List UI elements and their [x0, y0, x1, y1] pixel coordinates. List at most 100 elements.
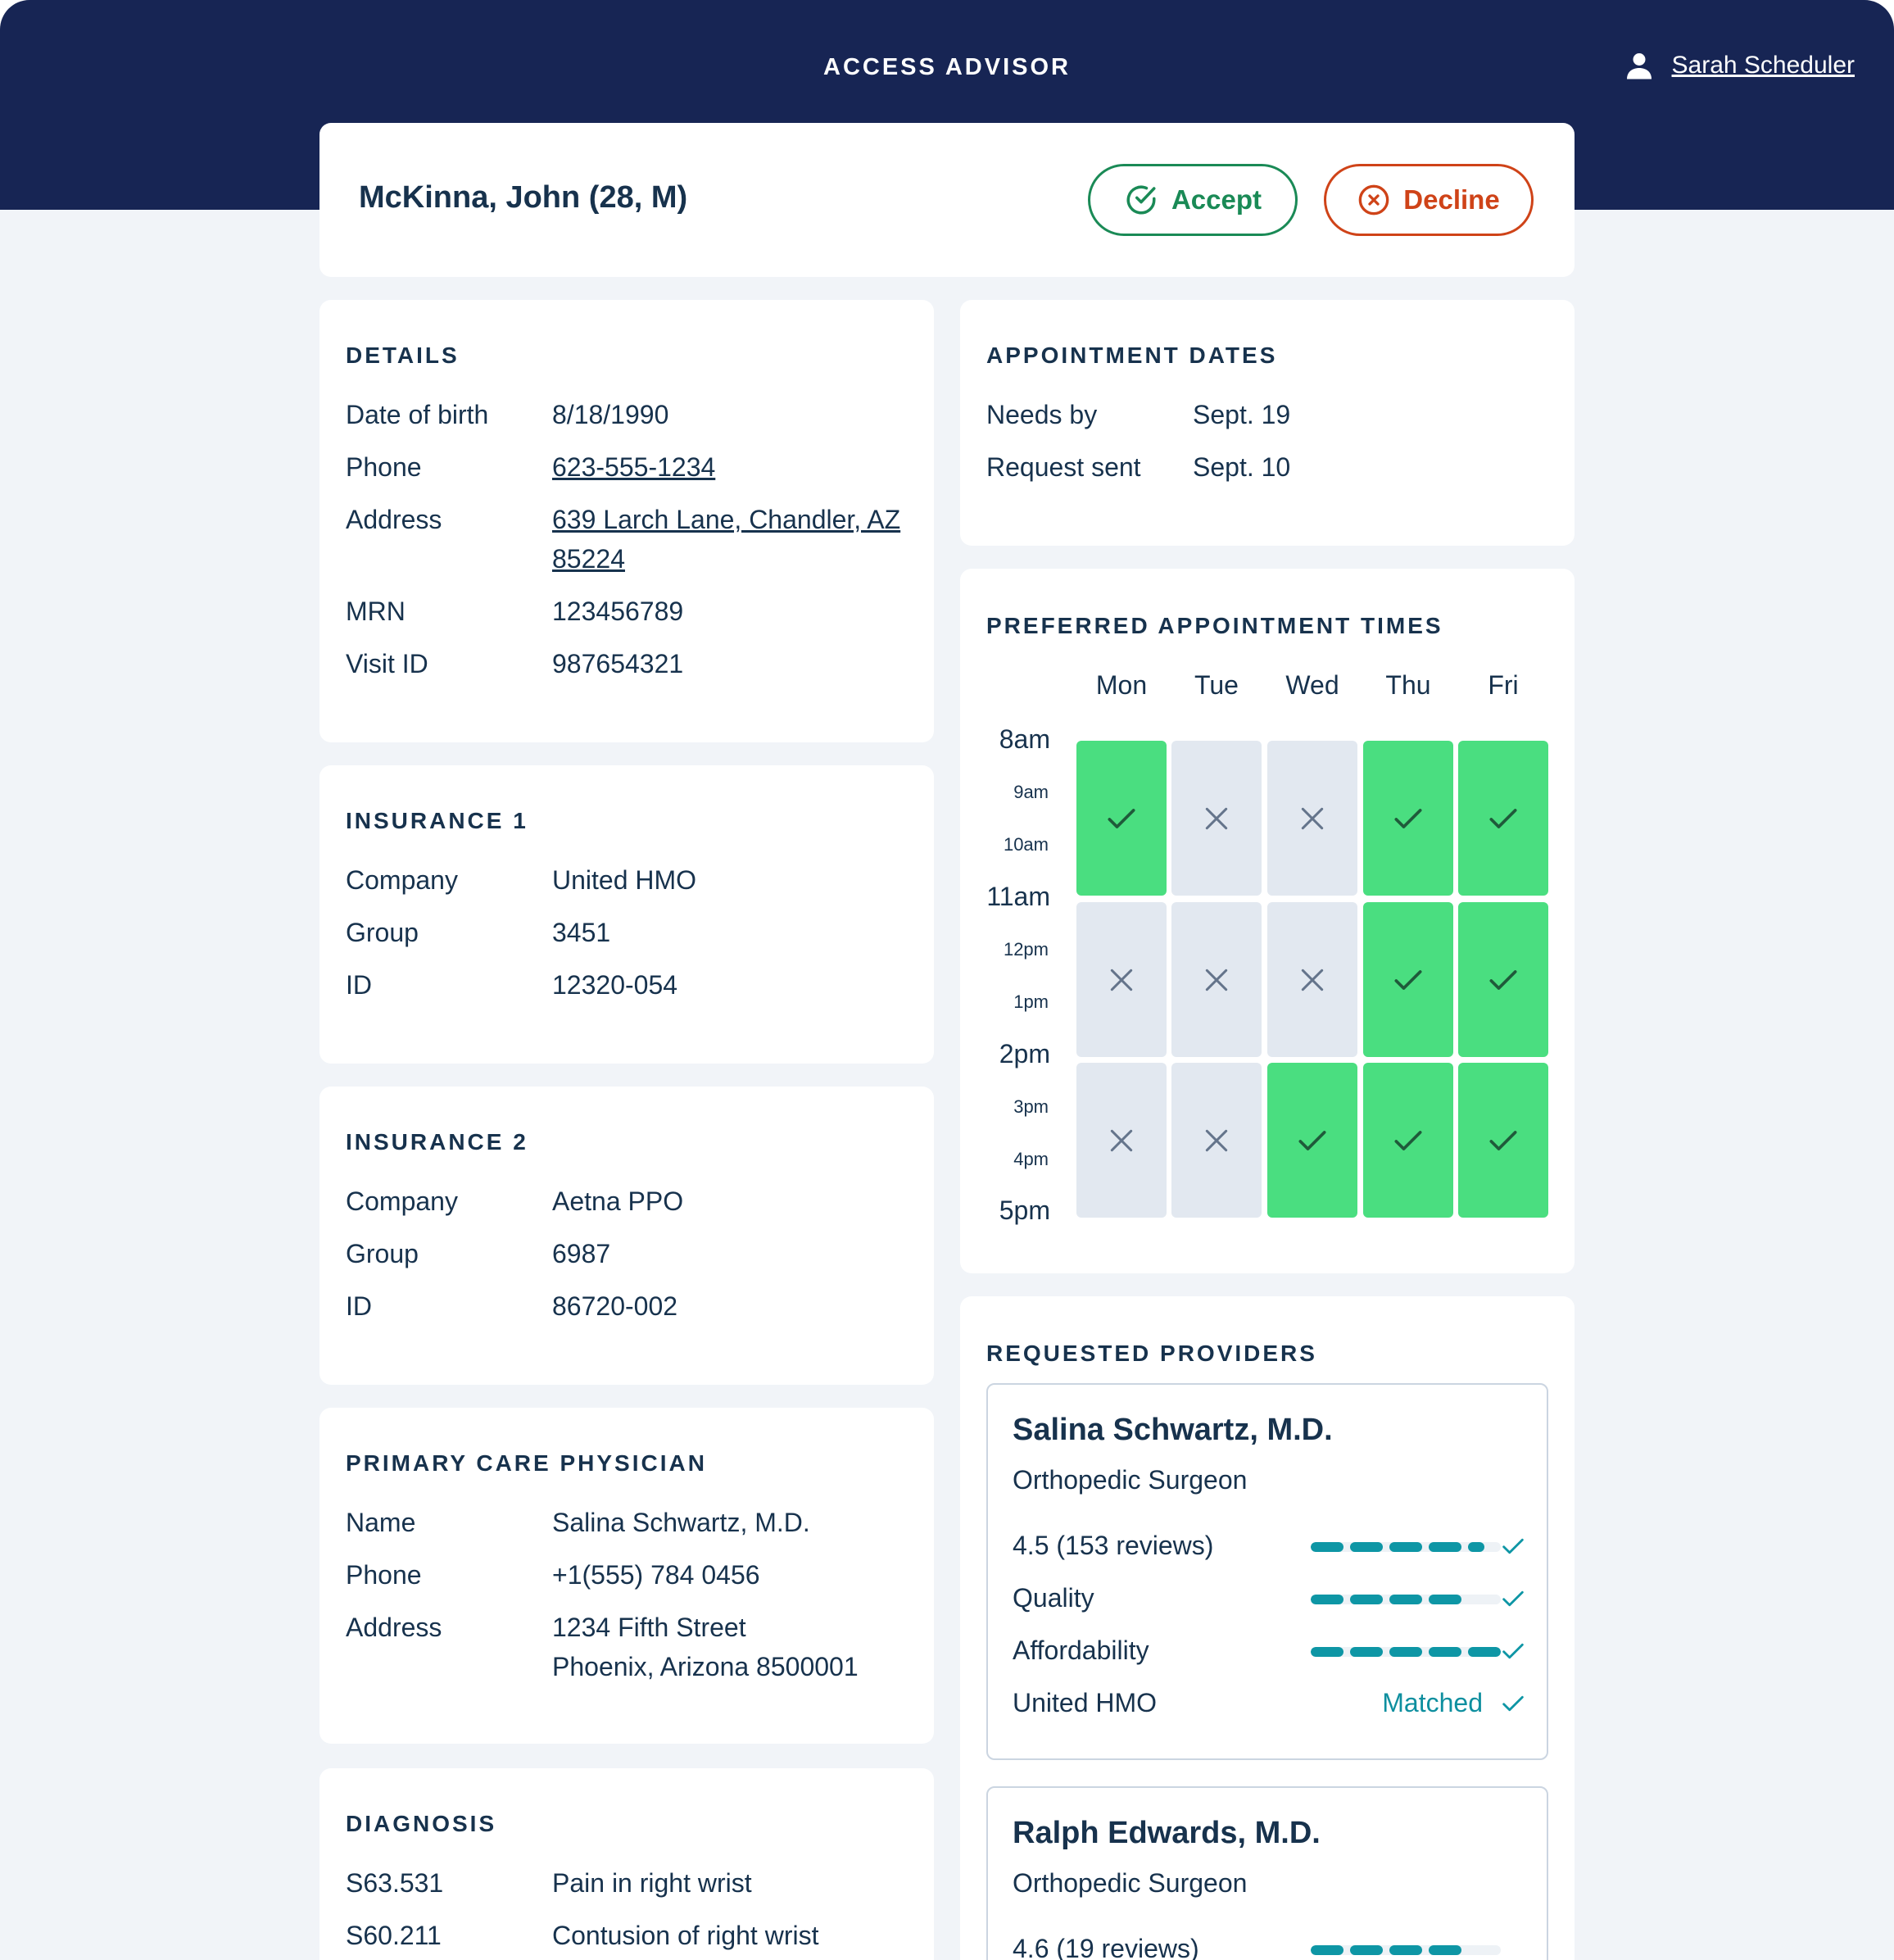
patient-name: McKinna, John (28, M) — [359, 180, 687, 216]
pcp-title: PRIMARY CARE PHYSICIAN — [346, 1450, 707, 1477]
details-label: Date of birth — [346, 395, 552, 434]
time-slot-thu-available[interactable] — [1363, 741, 1453, 896]
provider-card[interactable]: Ralph Edwards, M.D.Orthopedic Surgeon4.6… — [986, 1786, 1548, 1960]
day-label-mon: Mon — [1076, 670, 1167, 701]
appointment-dates-row: Request sent Sept. 10 — [986, 447, 1555, 487]
user-name-link[interactable]: Sarah Scheduler — [1672, 52, 1855, 79]
diagnosis-description: Contusion of right wrist — [552, 1916, 818, 1955]
time-slot-mon-available[interactable] — [1076, 741, 1167, 896]
rating-segment — [1311, 1945, 1343, 1955]
details-row-mrn: MRN 123456789 — [346, 592, 914, 631]
providers-card: REQUESTED PROVIDERS Salina Schwartz, M.D… — [960, 1296, 1575, 1960]
user-icon — [1624, 51, 1654, 80]
insurance2-row: Company Aetna PPO — [346, 1182, 914, 1221]
time-slot-thu-available[interactable] — [1363, 1063, 1453, 1218]
time-slot-tue-unavailable[interactable] — [1171, 902, 1262, 1057]
day-label-thu: Thu — [1363, 670, 1453, 701]
time-slot-mon-unavailable[interactable] — [1076, 1063, 1167, 1218]
details-label: Visit ID — [346, 644, 552, 683]
check-icon — [1499, 1585, 1527, 1613]
check-icon — [1294, 1123, 1330, 1159]
pcp-row: Address 1234 Fifth Street Phoenix, Arizo… — [346, 1608, 914, 1686]
rating-segment — [1311, 1595, 1343, 1604]
decline-label: Decline — [1403, 184, 1499, 216]
metric-label: 4.5 (153 reviews) — [1013, 1526, 1213, 1565]
diagnosis-title: DIAGNOSIS — [346, 1811, 496, 1837]
insurance-label: Company — [346, 860, 552, 900]
insurance1-card: INSURANCE 1 Company United HMO Group 345… — [319, 765, 934, 1064]
insurance1-list: Company United HMO Group 3451 ID 12320-0… — [346, 860, 914, 1018]
pcp-label: Phone — [346, 1555, 552, 1595]
diagnosis-code: S63.531 — [346, 1863, 552, 1903]
details-value: 8/18/1990 — [552, 395, 668, 434]
details-row-dob: Date of birth 8/18/1990 — [346, 395, 914, 434]
diagnosis-row: S63.531 Pain in right wrist — [346, 1863, 914, 1903]
time-slot-wed-unavailable[interactable] — [1267, 902, 1357, 1057]
phone-link[interactable]: 623-555-1234 — [552, 447, 715, 487]
provider-specialty: Orthopedic Surgeon — [1013, 1465, 1247, 1495]
check-icon — [1499, 1637, 1527, 1665]
appointment-date-value: Sept. 19 — [1193, 395, 1290, 434]
details-row-address: Address 639 Larch Lane, Chandler, AZ 852… — [346, 500, 914, 578]
pcp-row: Name Salina Schwartz, M.D. — [346, 1503, 914, 1542]
accept-label: Accept — [1171, 184, 1262, 216]
details-label: Address — [346, 500, 552, 578]
rating-segment — [1468, 1647, 1501, 1657]
appointment-date-label: Request sent — [986, 447, 1193, 487]
metric-check — [1499, 1585, 1527, 1619]
details-title: DETAILS — [346, 343, 460, 369]
rating-segment — [1468, 1542, 1484, 1552]
insurance-value: 3451 — [552, 913, 610, 952]
diagnosis-card: DIAGNOSIS S63.531 Pain in right wrist S6… — [319, 1768, 934, 1960]
x-icon — [1200, 1124, 1233, 1157]
time-slot-wed-available[interactable] — [1267, 1063, 1357, 1218]
check-circle-icon — [1124, 183, 1158, 217]
rating-segment — [1389, 1945, 1422, 1955]
pcp-value: +1(555) 784 0456 — [552, 1555, 760, 1595]
decline-button[interactable]: Decline — [1324, 164, 1534, 236]
insurance1-row: Company United HMO — [346, 860, 914, 900]
time-slot-tue-unavailable[interactable] — [1171, 1063, 1262, 1218]
rating-segment — [1429, 1945, 1461, 1955]
check-icon — [1390, 1123, 1426, 1159]
provider-name: Salina Schwartz, M.D. — [1013, 1413, 1333, 1448]
details-value: 987654321 — [552, 644, 683, 683]
pcp-value: Salina Schwartz, M.D. — [552, 1503, 810, 1542]
time-slot-wed-unavailable[interactable] — [1267, 741, 1357, 896]
insurance-value: 86720-002 — [552, 1286, 677, 1326]
time-slot-mon-unavailable[interactable] — [1076, 902, 1167, 1057]
time-slot-fri-available[interactable] — [1458, 1063, 1548, 1218]
pcp-label: Name — [346, 1503, 552, 1542]
user-menu[interactable]: Sarah Scheduler — [1624, 51, 1855, 80]
check-icon — [1499, 1532, 1527, 1560]
time-slot-fri-available[interactable] — [1458, 741, 1548, 896]
time-slot-fri-available[interactable] — [1458, 902, 1548, 1057]
insurance-label: Group — [346, 1234, 552, 1273]
x-icon — [1200, 964, 1233, 996]
time-label-major: 11am — [960, 882, 1050, 912]
provider-card[interactable]: Salina Schwartz, M.D. Orthopedic Surgeon 4… — [986, 1383, 1548, 1760]
day-label-wed: Wed — [1267, 670, 1357, 701]
insurance2-title: INSURANCE 2 — [346, 1129, 528, 1155]
appointment-date-value: Sept. 10 — [1193, 447, 1290, 487]
metric-label: United HMO — [1013, 1683, 1157, 1722]
time-slot-thu-available[interactable] — [1363, 902, 1453, 1057]
insurance2-card: INSURANCE 2 Company Aetna PPO Group 6987… — [319, 1087, 934, 1385]
rating-bar — [1311, 1945, 1501, 1955]
accept-button[interactable]: Accept — [1088, 164, 1298, 236]
address-link[interactable]: 639 Larch Lane, Chandler, AZ 85224 — [552, 500, 913, 578]
check-icon — [1103, 801, 1140, 837]
rating-segment — [1311, 1542, 1343, 1552]
metric-label: Affordability — [1013, 1631, 1149, 1670]
time-label-minor: 10am — [958, 834, 1049, 855]
day-label-fri: Fri — [1458, 670, 1548, 701]
time-slot-tue-unavailable[interactable] — [1171, 741, 1262, 896]
appointment-dates-card: APPOINTMENT DATES Needs by Sept. 19 Requ… — [960, 300, 1575, 546]
metric-check — [1499, 1637, 1527, 1672]
check-icon — [1485, 1123, 1521, 1159]
rating-segment — [1350, 1647, 1383, 1657]
pcp-row: Phone +1(555) 784 0456 — [346, 1555, 914, 1595]
provider-metric-row: United HMOMatched — [1013, 1683, 1527, 1722]
provider-name: Ralph Edwards, M.D. — [1013, 1816, 1321, 1851]
time-label-minor: 1pm — [958, 991, 1049, 1013]
